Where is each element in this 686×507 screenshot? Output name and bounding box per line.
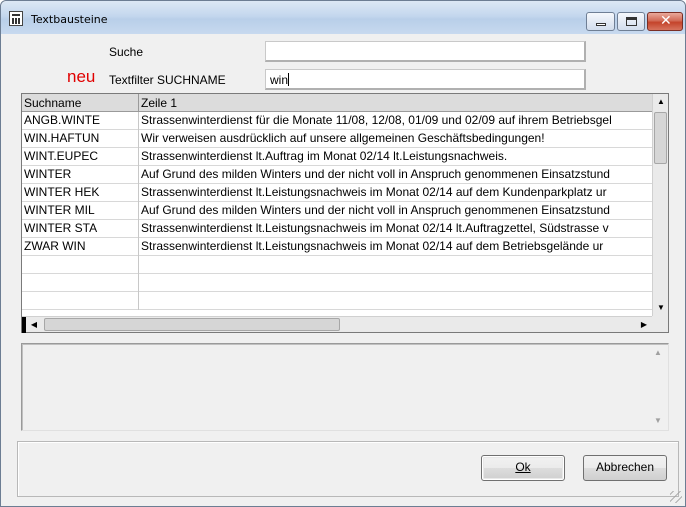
cell-suchname: WINTER MIL: [22, 202, 139, 220]
table-row[interactable]: WINTER Auf Grund des milden Winters und d…: [22, 166, 652, 184]
cell-zeile1: [139, 274, 652, 292]
scroll-up-arrow-icon[interactable]: ▲: [653, 94, 669, 110]
preview-scroll-down-icon[interactable]: ▼: [650, 414, 666, 428]
table-row[interactable]: [22, 256, 652, 274]
table-row[interactable]: WINTER HEK Strassenwinterdienst lt.Leistu…: [22, 184, 652, 202]
grid-rows: ANGB.WINTE Strassenwinterdienst für die M…: [22, 112, 652, 316]
grid-header: Suchname Zeile 1: [22, 94, 652, 112]
table-row[interactable]: ANGB.WINTE Strassenwinterdienst für die M…: [22, 112, 652, 130]
table-row[interactable]: WINTER MIL Auf Grund des milden Winters u…: [22, 202, 652, 220]
cell-zeile1: [139, 256, 652, 274]
filter-input-value: win: [270, 73, 289, 87]
close-icon: ✕: [660, 13, 672, 29]
title-bar[interactable]: Textbausteine ✕: [1, 1, 685, 34]
button-panel: [17, 441, 679, 497]
cell-zeile1: Strassenwinterdienst lt.Auftrag im Monat…: [141, 149, 508, 163]
cell-suchname: ANGB.WINTE: [22, 112, 139, 130]
cell-suchname: [22, 274, 139, 292]
cell-zeile1: Strassenwinterdienst lt.Leistungsnachwei…: [141, 185, 607, 199]
horizontal-scroll-thumb[interactable]: [44, 318, 340, 331]
textblock-preview[interactable]: ▲ ▼: [21, 343, 669, 431]
cell-zeile1: Auf Grund des milden Winters und der nic…: [141, 203, 610, 217]
table-row[interactable]: WINTER STA Strassenwinterdienst lt.Leistu…: [22, 220, 652, 238]
maximize-button[interactable]: [617, 12, 645, 31]
cell-suchname: [22, 256, 139, 274]
cell-zeile1: [139, 292, 652, 310]
cancel-button[interactable]: Abbrechen: [583, 455, 667, 481]
scroll-left-arrow-icon[interactable]: ◀: [26, 317, 42, 333]
preview-scrollbar[interactable]: ▲ ▼: [650, 346, 666, 428]
table-row[interactable]: [22, 292, 652, 310]
textblock-grid[interactable]: Suchname Zeile 1 ANGB.WINTE Strassenwinte…: [21, 93, 669, 333]
close-button[interactable]: ✕: [647, 12, 683, 31]
cell-suchname: WIN.HAFTUN: [22, 130, 139, 148]
table-row[interactable]: WIN.HAFTUN Wir verweisen ausdrücklich auf…: [22, 130, 652, 148]
ok-button[interactable]: Ok: [481, 455, 565, 481]
cell-suchname: [22, 292, 139, 310]
column-header-suchname[interactable]: Suchname: [22, 94, 139, 112]
search-input[interactable]: [265, 41, 586, 62]
dialog-window: Textbausteine ✕ Suche neu Textfilter SUC…: [0, 0, 686, 507]
table-row[interactable]: ZWAR WIN Strassenwinterdienst lt.Leistung…: [22, 238, 652, 256]
cell-suchname: WINT.EUPEC: [22, 148, 139, 166]
cell-zeile1: Auf Grund des milden Winters und der nic…: [141, 167, 610, 181]
table-row[interactable]: WINT.EUPEC Strassenwinterdienst lt.Auftra…: [22, 148, 652, 166]
new-badge: neu: [67, 67, 96, 86]
scrollbar-corner: [652, 316, 668, 332]
cell-zeile1: Strassenwinterdienst lt.Leistungsnachwei…: [141, 239, 604, 253]
filter-input[interactable]: win: [265, 69, 586, 90]
search-label: Suche: [109, 45, 144, 59]
cell-zeile1: Wir verweisen ausdrücklich auf unsere al…: [141, 131, 545, 145]
minimize-icon: [596, 23, 606, 26]
resize-grip-icon[interactable]: [670, 491, 682, 503]
table-row[interactable]: [22, 274, 652, 292]
minimize-button[interactable]: [586, 12, 615, 31]
column-header-zeile1[interactable]: Zeile 1: [139, 94, 652, 112]
cell-suchname: WINTER STA: [22, 220, 139, 238]
filter-label: Textfilter SUCHNAME: [109, 73, 226, 87]
calculator-icon: [9, 11, 23, 26]
maximize-icon: [626, 17, 637, 26]
cell-suchname: ZWAR WIN: [22, 238, 139, 256]
horizontal-scrollbar[interactable]: ◀ ▶: [22, 316, 652, 333]
scroll-down-arrow-icon[interactable]: ▼: [653, 300, 669, 316]
cell-zeile1: Strassenwinterdienst lt.Leistungsnachwei…: [141, 221, 609, 235]
cell-suchname: WINTER: [22, 166, 139, 184]
ok-button-label: Ok: [515, 460, 531, 474]
preview-scroll-up-icon[interactable]: ▲: [650, 346, 666, 360]
scroll-right-arrow-icon[interactable]: ▶: [636, 317, 652, 333]
vertical-scrollbar[interactable]: ▲ ▼: [652, 94, 668, 316]
cell-zeile1: Strassenwinterdienst für die Monate 11/0…: [141, 113, 612, 127]
cell-suchname: WINTER HEK: [22, 184, 139, 202]
vertical-scroll-thumb[interactable]: [654, 112, 667, 164]
text-caret: [288, 73, 290, 86]
window-title: Textbausteine: [31, 13, 108, 26]
